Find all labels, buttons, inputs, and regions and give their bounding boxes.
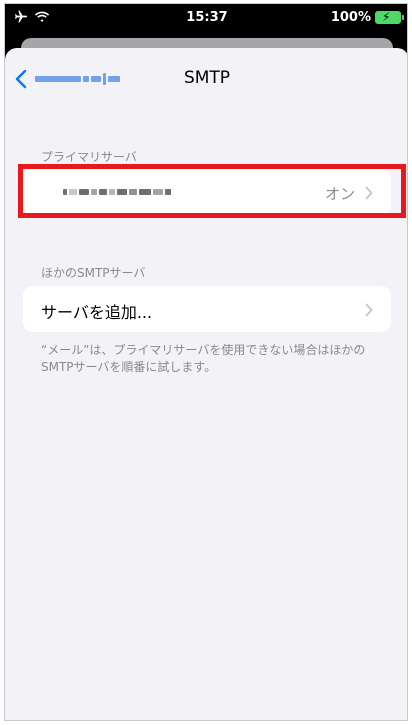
status-right: 100% ⚡ [330,10,404,25]
primary-server-row[interactable]: オン [23,169,391,215]
add-server-row[interactable]: サーバを追加... [23,286,391,332]
chevron-right-icon [365,302,373,321]
primary-server-status: オン [324,185,355,203]
phone-frame: 15:37 100% ⚡ SMTP プライマリサーバ オン ほかのSMTPサーバ… [4,3,408,721]
page-title: SMTP [183,68,231,88]
chevron-right-icon [365,185,373,204]
footer-note: “メール”は、プライマリサーバを使用できない場合はほかのSMTPサーバを順番に試… [41,343,366,374]
other-servers-header: ほかのSMTPサーバ [41,266,146,280]
add-server-label: サーバを追加... [41,303,153,322]
navigation-bar: SMTP [5,48,407,104]
primary-server-header: プライマリサーバ [41,150,137,164]
status-bar: 15:37 100% ⚡ [5,4,407,32]
battery-charging-icon: ⚡ [375,10,404,24]
settings-sheet: SMTP プライマリサーバ オン ほかのSMTPサーバ サーバを追加... “メ… [5,48,407,720]
server-name-redacted [63,189,171,195]
battery-percent: 100% [330,10,371,25]
